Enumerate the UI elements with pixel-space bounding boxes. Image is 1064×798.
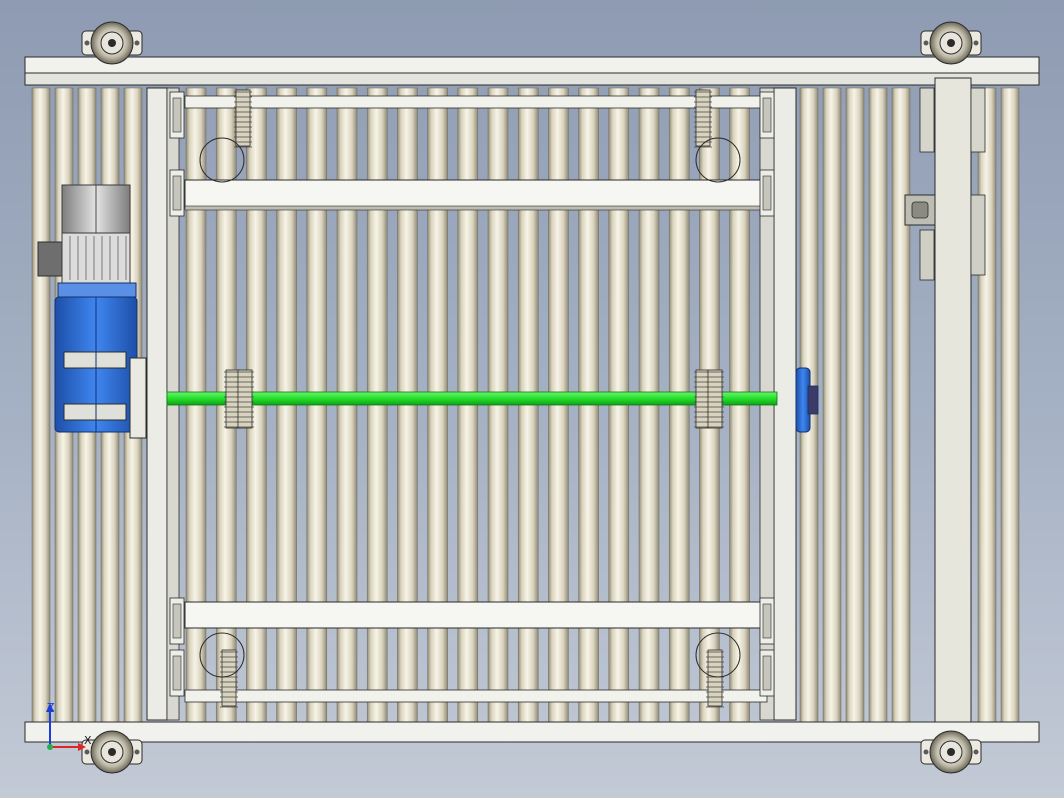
gearbox-adapter bbox=[57, 282, 137, 298]
top-frame-rail bbox=[24, 56, 1040, 74]
roller bbox=[977, 87, 997, 723]
roller bbox=[891, 87, 911, 723]
bearing-bracket bbox=[169, 649, 185, 697]
sprocket-icon bbox=[236, 369, 254, 429]
motor-flange bbox=[61, 232, 131, 284]
roller bbox=[31, 87, 51, 723]
lift-column-body bbox=[934, 77, 972, 723]
drive-shaft bbox=[166, 391, 778, 406]
left-side-rail bbox=[146, 87, 168, 721]
roller bbox=[845, 87, 865, 723]
gearbox-side-housing bbox=[129, 357, 147, 439]
triad-x-label: X bbox=[84, 734, 92, 747]
sprocket-icon bbox=[234, 89, 252, 148]
bottom-frame-rail bbox=[24, 721, 1040, 743]
roller bbox=[822, 87, 842, 723]
sprocket-icon bbox=[706, 649, 724, 708]
sprocket-icon bbox=[220, 649, 238, 708]
bearing-bracket bbox=[759, 91, 775, 139]
roller bbox=[868, 87, 888, 723]
bearing-bracket bbox=[759, 169, 775, 217]
bearing-bracket bbox=[759, 649, 775, 697]
gearbox-mount-plate bbox=[63, 351, 127, 369]
triad-z-label: Z bbox=[47, 701, 55, 714]
sprocket-icon bbox=[694, 89, 712, 148]
motor-gearbox-assembly bbox=[37, 184, 147, 439]
bearing-bracket bbox=[169, 597, 185, 645]
bearing-bracket bbox=[759, 597, 775, 645]
top-frame-rail-lip bbox=[24, 72, 1040, 86]
sprocket-icon bbox=[706, 369, 724, 429]
roller bbox=[1000, 87, 1020, 723]
bearing-bracket bbox=[169, 169, 185, 217]
conveyor-top-view: Z X bbox=[24, 21, 1040, 774]
bearing-bracket bbox=[169, 91, 185, 139]
lift-column bbox=[904, 77, 986, 723]
cad-viewport[interactable]: Z X bbox=[0, 0, 1064, 798]
green-drive-shaft bbox=[166, 391, 778, 406]
